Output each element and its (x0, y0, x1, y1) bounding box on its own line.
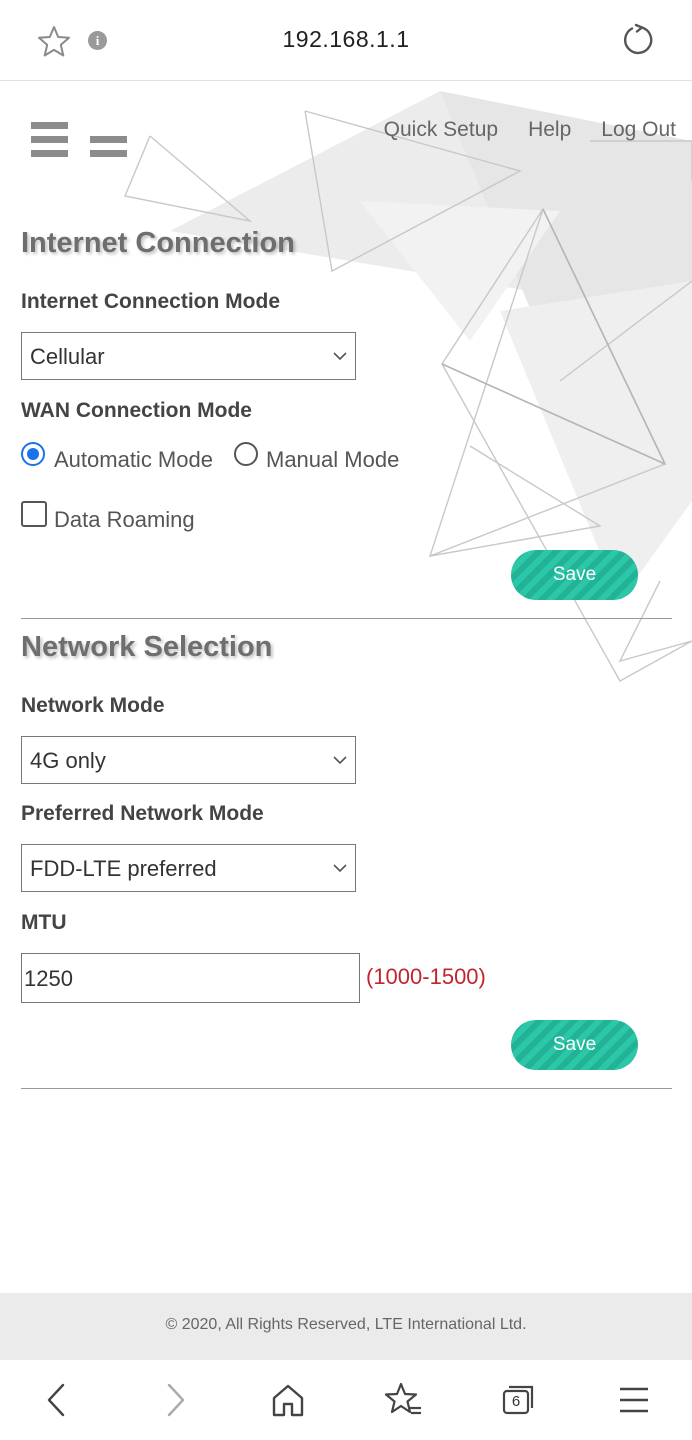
section-divider (21, 618, 672, 619)
background-geometric-art (124, 91, 692, 682)
preferred-network-mode-label: Preferred Network Mode (21, 802, 264, 825)
menu-icon[interactable] (31, 122, 68, 158)
chevron-down-icon (333, 352, 347, 361)
reload-icon[interactable] (620, 22, 656, 58)
browser-bottom-bar: 6 (0, 1360, 692, 1440)
section-divider (21, 1088, 672, 1089)
mtu-range-hint: (1000-1500) (366, 964, 486, 989)
preferred-network-mode-value: FDD-LTE preferred (30, 856, 217, 881)
tabs-icon[interactable]: 6 (498, 1380, 538, 1420)
top-nav: Quick Setup Help Log Out (354, 118, 676, 142)
network-mode-select[interactable]: 4G only (21, 736, 356, 784)
forward-arrow-icon[interactable] (155, 1380, 195, 1420)
manual-mode-radio[interactable] (234, 442, 258, 466)
page-footer: © 2020, All Rights Reserved, LTE Interna… (0, 1293, 692, 1360)
automatic-mode-label: Automatic Mode (54, 447, 213, 472)
mtu-value: 1250 (24, 966, 73, 991)
hamburger-menu-icon[interactable] (614, 1380, 654, 1420)
network-mode-value: 4G only (30, 748, 106, 773)
chevron-down-icon (333, 864, 347, 873)
automatic-mode-radio[interactable] (21, 442, 45, 466)
save-network-selection-button[interactable]: Save (511, 1020, 638, 1070)
address-bar-url[interactable]: 192.168.1.1 (0, 26, 692, 53)
preferred-network-mode-select[interactable]: FDD-LTE preferred (21, 844, 356, 892)
data-roaming-checkbox[interactable] (21, 501, 47, 527)
mtu-input[interactable]: 1250 (21, 953, 360, 1003)
help-link[interactable]: Help (528, 118, 571, 141)
mtu-label: MTU (21, 911, 67, 934)
network-mode-label: Network Mode (21, 694, 165, 717)
bookmarks-icon[interactable] (383, 1380, 423, 1420)
back-arrow-icon[interactable] (37, 1380, 77, 1420)
copyright-text: © 2020, All Rights Reserved, LTE Interna… (165, 1316, 527, 1333)
chevron-down-icon (333, 756, 347, 765)
submenu-icon[interactable] (90, 136, 127, 158)
data-roaming-label: Data Roaming (54, 507, 195, 532)
internet-connection-mode-select[interactable]: Cellular (21, 332, 356, 380)
save-internet-connection-button[interactable]: Save (511, 550, 638, 600)
quick-setup-link[interactable]: Quick Setup (384, 118, 498, 141)
manual-mode-label: Manual Mode (266, 447, 400, 472)
log-out-link[interactable]: Log Out (601, 118, 676, 141)
internet-connection-title: Internet Connection (21, 227, 295, 259)
tab-count: 6 (511, 1393, 521, 1410)
network-selection-title: Network Selection (21, 631, 273, 663)
home-icon[interactable] (268, 1380, 308, 1420)
browser-top-bar: i 192.168.1.1 (0, 0, 692, 81)
internet-connection-mode-value: Cellular (30, 344, 105, 369)
internet-connection-mode-label: Internet Connection Mode (21, 290, 280, 313)
wan-connection-mode-label: WAN Connection Mode (21, 399, 252, 422)
